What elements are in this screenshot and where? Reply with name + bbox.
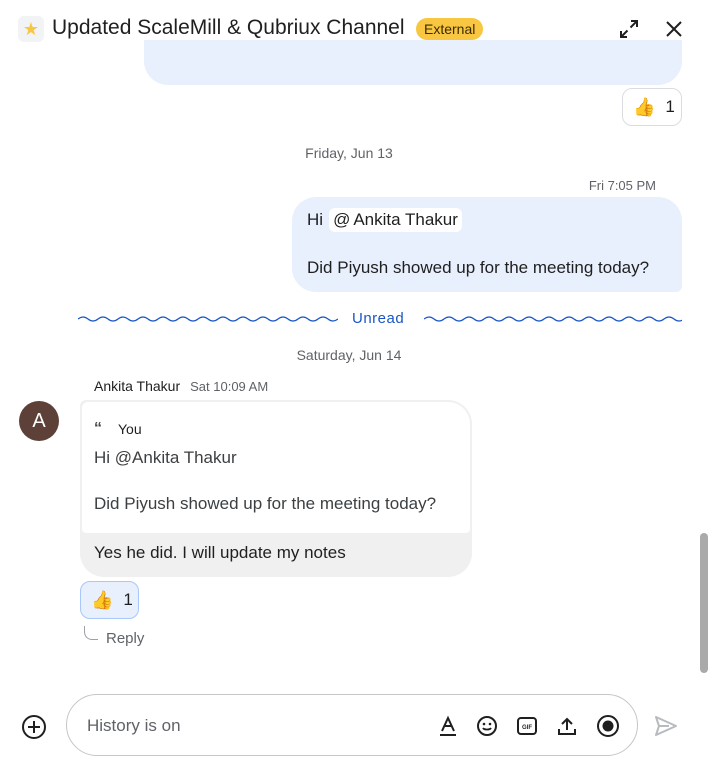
- add-circle-icon[interactable]: [21, 714, 47, 740]
- reaction-chip[interactable]: 👍 1: [80, 581, 139, 619]
- quote-author: You: [118, 421, 142, 437]
- star-icon: ★: [18, 16, 44, 42]
- scrollbar-thumb[interactable]: [700, 533, 708, 673]
- wavy-line-left: [78, 316, 338, 322]
- previous-message-bubble: [144, 40, 682, 85]
- sender-name[interactable]: Ankita Thakur: [94, 378, 180, 394]
- message-input[interactable]: [87, 714, 387, 738]
- unread-label: Unread: [352, 310, 405, 327]
- message-body: Did Piyush showed up for the meeting tod…: [307, 258, 650, 277]
- space-title: Updated ScaleMill & Qubriux Channel: [52, 16, 405, 39]
- quote-text: Hi @Ankita Thakur: [94, 448, 237, 467]
- svg-text:GIF: GIF: [522, 725, 532, 731]
- format-text-icon[interactable]: [436, 714, 460, 738]
- unread-divider: Unread: [78, 308, 682, 330]
- emoji-icon[interactable]: [475, 714, 499, 738]
- reaction-count: 1: [665, 97, 675, 116]
- date-separator: Saturday, Jun 14: [296, 347, 402, 363]
- avatar[interactable]: A: [19, 401, 59, 441]
- close-icon[interactable]: [661, 16, 687, 42]
- incoming-message-bubble[interactable]: “ You Hi @Ankita Thakur Did Piyush showe…: [80, 400, 472, 577]
- outgoing-message-bubble[interactable]: Hi @ Ankita Thakur Did Piyush showed up …: [292, 197, 682, 292]
- message-composer: GIF: [66, 694, 638, 756]
- upload-icon[interactable]: [555, 714, 579, 738]
- expand-icon[interactable]: [616, 16, 642, 42]
- reply-label: Reply: [106, 630, 145, 647]
- quote-text: Did Piyush showed up for the meeting tod…: [94, 494, 437, 513]
- reply-thread-icon: [84, 626, 98, 640]
- greeting-text: Hi: [307, 210, 324, 229]
- gif-icon[interactable]: GIF: [515, 714, 539, 738]
- quote-icon: “: [94, 420, 102, 437]
- sender-row: Ankita Thakur Sat 10:09 AM: [94, 378, 268, 394]
- reaction-chip[interactable]: 👍 1: [622, 88, 682, 126]
- message-time: Sat 10:09 AM: [190, 379, 269, 394]
- mention-chip[interactable]: @ Ankita Thakur: [329, 208, 462, 232]
- record-video-icon[interactable]: [596, 714, 620, 738]
- external-badge: External: [416, 18, 484, 40]
- at-icon: @: [333, 210, 351, 229]
- reaction-count: 1: [123, 590, 133, 609]
- send-icon[interactable]: [652, 712, 680, 740]
- thumbs-up-icon: 👍: [633, 97, 656, 117]
- wavy-line-right: [424, 316, 682, 322]
- date-separator: Friday, Jun 13: [305, 145, 393, 161]
- mention-name: Ankita Thakur: [353, 210, 458, 229]
- message-body: Yes he did. I will update my notes: [94, 543, 346, 562]
- message-time: Fri 7:05 PM: [588, 178, 656, 193]
- quoted-message[interactable]: “ You Hi @Ankita Thakur Did Piyush showe…: [82, 402, 470, 533]
- thumbs-up-icon: 👍: [91, 590, 114, 610]
- chat-window: ★ Updated ScaleMill & Qubriux Channel Ex…: [0, 0, 710, 773]
- reply-button[interactable]: Reply: [84, 626, 144, 647]
